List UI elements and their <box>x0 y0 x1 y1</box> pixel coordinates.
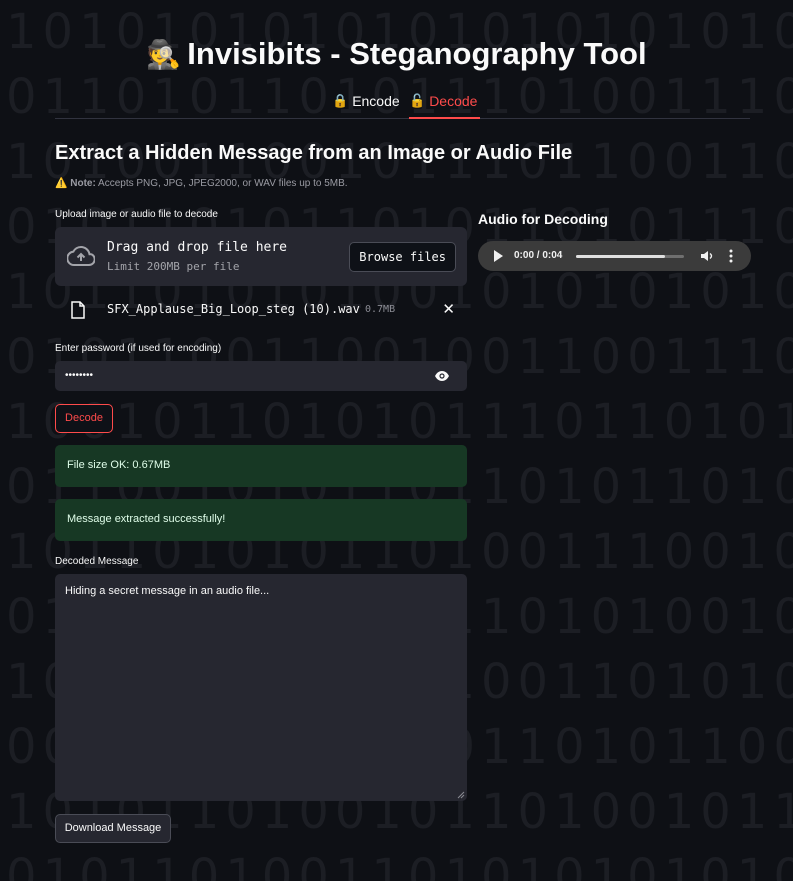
tab-encode[interactable]: 🔒 Encode <box>332 93 400 119</box>
password-label: Enter password (if used for encoding) <box>55 343 222 354</box>
tab-bar: 🔒 Encode 🔓 Decode <box>55 90 750 119</box>
decoded-message-text: Hiding a secret message in an audio file… <box>65 585 270 597</box>
note-bold: Note: <box>70 178 96 189</box>
detective-icon: 🕵️ <box>146 39 182 70</box>
decoded-message-label: Decoded Message <box>55 556 139 567</box>
file-dropzone[interactable]: Drag and drop file here Limit 200MB per … <box>55 227 467 286</box>
success-alert: Message extracted successfully! <box>55 499 467 541</box>
tab-decode[interactable]: 🔓 Decode <box>409 93 481 119</box>
play-icon[interactable] <box>494 250 503 262</box>
password-value: •••••••• <box>65 370 94 381</box>
show-password-icon[interactable] <box>434 370 450 382</box>
page-title-text: Invisibits - Steganography Tool <box>187 36 647 71</box>
file-note: ⚠️ Note: Accepts PNG, JPG, JPEG2000, or … <box>55 178 348 189</box>
file-icon <box>71 301 85 319</box>
download-message-button[interactable]: Download Message <box>55 814 171 843</box>
file-size-alert: File size OK: 0.67MB <box>55 445 467 487</box>
cloud-upload-icon <box>67 245 95 266</box>
section-heading: Extract a Hidden Message from an Image o… <box>55 142 573 164</box>
browse-files-button[interactable]: Browse files <box>349 242 456 272</box>
uploaded-file-size: 0.7MB <box>365 304 396 315</box>
resize-handle-icon[interactable] <box>457 791 465 799</box>
more-options-icon[interactable] <box>729 249 733 263</box>
warning-icon: ⚠️ <box>55 178 68 189</box>
audio-player: 0:00 / 0:04 <box>478 241 751 271</box>
upload-label: Upload image or audio file to decode <box>55 209 218 220</box>
tab-decode-label: Decode <box>429 93 478 109</box>
unlock-icon: 🔓 <box>409 93 426 108</box>
audio-time: 0:00 / 0:04 <box>514 250 563 261</box>
decoded-message-textarea[interactable]: Hiding a secret message in an audio file… <box>55 574 467 801</box>
page-title: 🕵️ Invisibits - Steganography Tool <box>0 36 793 72</box>
password-input[interactable]: •••••••• <box>55 361 467 391</box>
dropzone-limit: Limit 200MB per file <box>107 260 240 273</box>
lock-icon: 🔒 <box>332 93 349 108</box>
note-text: Accepts PNG, JPG, JPEG2000, or WAV files… <box>95 178 348 189</box>
decode-button[interactable]: Decode <box>55 404 113 433</box>
volume-icon[interactable] <box>700 250 714 262</box>
audio-seek-bar[interactable] <box>576 255 684 258</box>
uploaded-file-name: SFX_Applause_Big_Loop_steg (10).wav <box>107 302 360 316</box>
audio-seek-progress <box>576 255 665 258</box>
remove-file-icon[interactable]: ✕ <box>442 300 455 318</box>
dropzone-title: Drag and drop file here <box>107 240 288 255</box>
tab-encode-label: Encode <box>352 93 400 109</box>
audio-heading: Audio for Decoding <box>478 211 608 227</box>
uploaded-file-row: SFX_Applause_Big_Loop_steg (10).wav 0.7M… <box>55 298 467 322</box>
